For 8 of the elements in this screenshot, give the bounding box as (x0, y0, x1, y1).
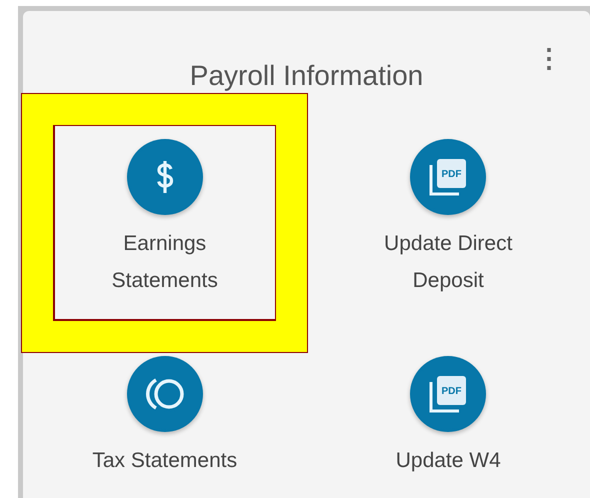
tile-icon-button[interactable]: PDF (410, 356, 486, 432)
tile-icon-button[interactable]: PDF (410, 139, 486, 215)
tile-link[interactable]: Update Direct Deposit (360, 225, 536, 299)
card-title: Payroll Information (190, 59, 424, 93)
tile-link[interactable]: Update W4 (396, 442, 501, 479)
tile-link[interactable]: Tax Statements (92, 442, 238, 479)
more-menu-button[interactable]: ⋮ (536, 43, 562, 73)
tile-link[interactable]: Earnings Statements (77, 225, 252, 299)
